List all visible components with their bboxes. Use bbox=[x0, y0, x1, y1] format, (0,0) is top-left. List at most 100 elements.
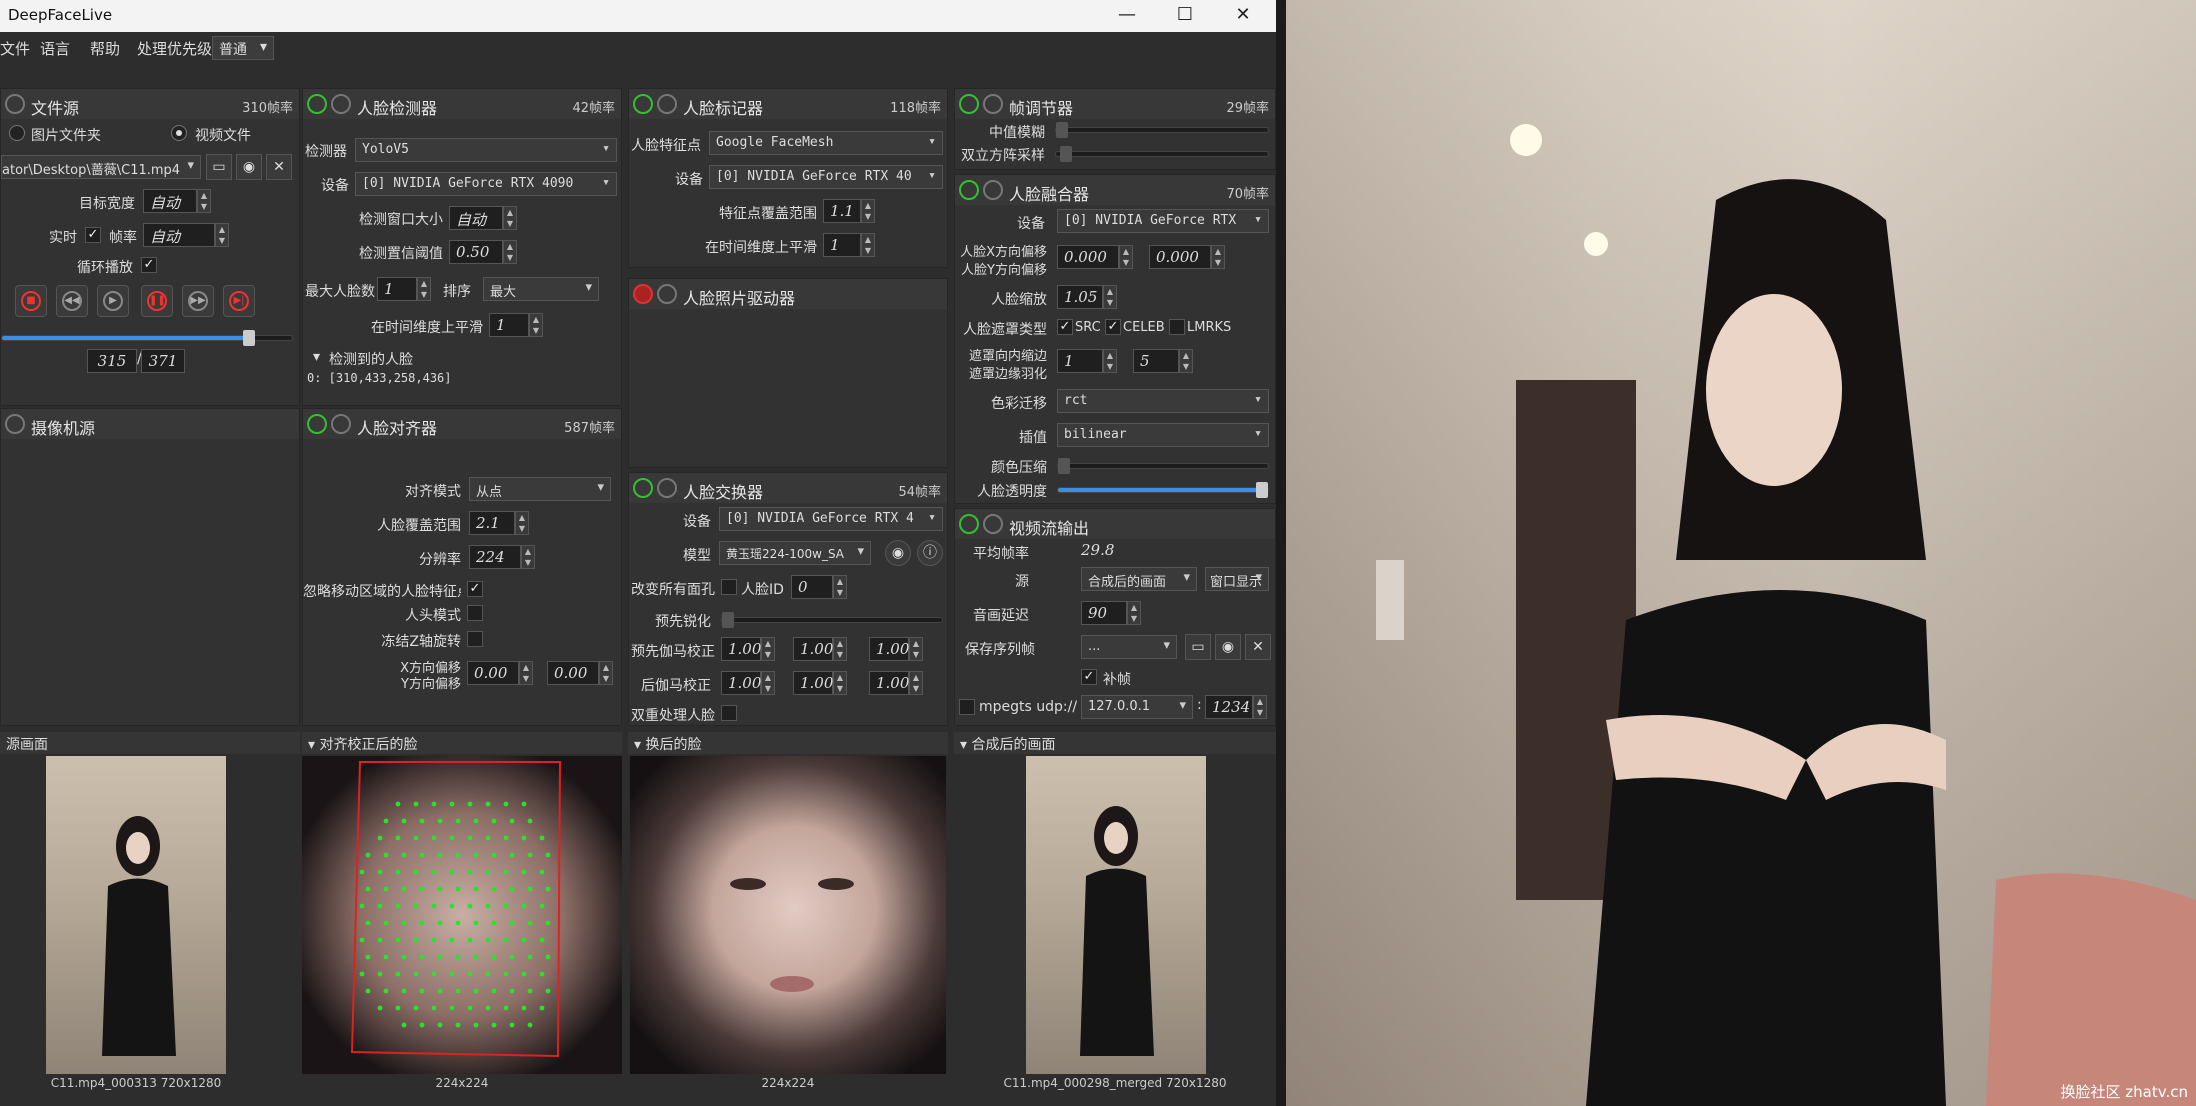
power-icon[interactable] bbox=[307, 414, 327, 434]
sort-select[interactable]: 最大 bbox=[483, 277, 599, 301]
clear-icon[interactable]: ✕ bbox=[266, 154, 292, 180]
refresh-icon[interactable] bbox=[657, 478, 677, 498]
refresh-icon[interactable] bbox=[331, 94, 351, 114]
pre-gamma-r[interactable]: 1.00 bbox=[721, 637, 761, 661]
head-mode-checkbox[interactable] bbox=[467, 605, 483, 621]
align-mode-select[interactable]: 从点 bbox=[469, 477, 611, 501]
rewind-button[interactable]: ◀◀ bbox=[56, 285, 88, 317]
mask-celeb-checkbox[interactable]: ✓ bbox=[1105, 319, 1121, 335]
post-gamma-g[interactable]: 1.00 bbox=[793, 671, 833, 695]
slider-knob[interactable] bbox=[1056, 122, 1068, 138]
exclude-moving-checkbox[interactable]: ✓ bbox=[467, 581, 483, 597]
slider-knob[interactable] bbox=[722, 612, 734, 628]
presharpen-slider[interactable] bbox=[721, 612, 943, 628]
pause-button[interactable]: ❚❚ bbox=[141, 285, 173, 317]
spin-arrows-icon[interactable]: ▲ ▼ bbox=[599, 661, 613, 685]
save-seq-path[interactable]: ... bbox=[1081, 635, 1177, 659]
clear-icon[interactable]: ✕ bbox=[1245, 634, 1271, 660]
color-compress-slider[interactable] bbox=[1057, 458, 1269, 474]
temporal-spin[interactable]: 1 bbox=[489, 313, 529, 337]
spin-arrows-icon[interactable]: ▲ ▼ bbox=[833, 637, 847, 661]
resolution-spin[interactable]: 224 bbox=[469, 545, 521, 569]
face-id-spin[interactable]: 0 bbox=[791, 575, 833, 599]
refresh-icon[interactable] bbox=[331, 414, 351, 434]
spin-arrows-icon[interactable]: ▲ ▼ bbox=[861, 199, 875, 223]
spin-arrows-icon[interactable]: ▲ ▼ bbox=[1103, 349, 1117, 373]
x-offset-spin[interactable]: 0.000 bbox=[1057, 245, 1119, 269]
image-folder-radio[interactable] bbox=[9, 125, 25, 141]
refresh-icon[interactable] bbox=[5, 414, 25, 434]
refresh-icon[interactable] bbox=[657, 94, 677, 114]
y-offset-spin[interactable]: 0.000 bbox=[1149, 245, 1211, 269]
aligned-preview-header[interactable]: ▾ 对齐校正后的脸 bbox=[302, 732, 622, 754]
range-spin[interactable]: 1.1 bbox=[823, 199, 861, 223]
mask-lmrks-checkbox[interactable] bbox=[1169, 319, 1185, 335]
frame-current[interactable]: 315 bbox=[87, 349, 137, 373]
marker-select[interactable]: Google FaceMesh bbox=[709, 131, 943, 155]
power-icon[interactable] bbox=[633, 284, 653, 304]
refresh-icon[interactable] bbox=[983, 514, 1003, 534]
opacity-slider[interactable] bbox=[1057, 482, 1269, 498]
frame-slider[interactable] bbox=[1, 330, 293, 346]
fps-spin[interactable]: 自动 bbox=[143, 223, 215, 247]
swapped-preview-header[interactable]: ▾ 换后的脸 bbox=[628, 732, 948, 754]
merged-preview-header[interactable]: ▾ 合成后的画面 bbox=[954, 732, 1276, 754]
folder-icon[interactable]: ▭ bbox=[1185, 634, 1211, 660]
frame-slider-knob[interactable] bbox=[242, 330, 255, 346]
file-path-input[interactable]: ator\Desktop\蔷薇\C11.mp4 bbox=[1, 155, 201, 179]
slider-knob[interactable] bbox=[1058, 458, 1070, 474]
spin-arrows-icon[interactable]: ▲ ▼ bbox=[515, 511, 529, 535]
opacity-slider-knob[interactable] bbox=[1256, 482, 1268, 498]
maximize-icon[interactable]: ☐ bbox=[1156, 0, 1214, 32]
spin-arrows-icon[interactable]: ▲ ▼ bbox=[1127, 601, 1141, 625]
loop-checkbox[interactable]: ✓ bbox=[141, 257, 157, 273]
power-icon[interactable] bbox=[633, 478, 653, 498]
window-size-spin[interactable]: 自动 bbox=[449, 206, 503, 230]
spin-arrows-icon[interactable]: ▲ ▼ bbox=[521, 545, 535, 569]
median-blur-slider[interactable] bbox=[1055, 122, 1269, 138]
end-button[interactable]: ▶| bbox=[223, 285, 255, 317]
mpegts-host[interactable]: 127.0.0.1 bbox=[1081, 695, 1193, 719]
spin-arrows-icon[interactable]: ▲ ▼ bbox=[503, 240, 517, 264]
detected-faces-label[interactable]: 检测到的人脸 bbox=[329, 349, 413, 369]
minimize-icon[interactable]: — bbox=[1098, 0, 1156, 32]
spin-arrows-icon[interactable]: ▲ ▼ bbox=[1103, 285, 1117, 309]
x-offset-spin[interactable]: 0.00 bbox=[467, 661, 519, 685]
info-icon[interactable]: ⓘ bbox=[917, 540, 943, 566]
temporal-spin[interactable]: 1 bbox=[823, 233, 861, 257]
model-select[interactable]: 黄玉瑶224-100w_SA bbox=[719, 541, 871, 565]
audio-delay-spin[interactable]: 90 bbox=[1081, 601, 1127, 625]
spin-arrows-icon[interactable]: ▲ ▼ bbox=[1253, 695, 1267, 719]
video-file-radio[interactable] bbox=[171, 125, 187, 141]
stop-button[interactable]: ■ bbox=[15, 285, 47, 317]
menu-file[interactable]: 文件 bbox=[0, 38, 30, 59]
menu-language[interactable]: 语言 bbox=[40, 38, 70, 59]
spin-arrows-icon[interactable]: ▲ ▼ bbox=[909, 671, 923, 695]
source-select[interactable]: 合成后的画面 bbox=[1081, 567, 1197, 591]
scale-spin[interactable]: 1.05 bbox=[1057, 285, 1103, 309]
realtime-checkbox[interactable]: ✓ bbox=[85, 227, 101, 243]
spin-arrows-icon[interactable]: ▲ ▼ bbox=[519, 661, 533, 685]
threshold-spin[interactable]: 0.50 bbox=[449, 240, 503, 264]
device-select[interactable]: [0] NVIDIA GeForce RTX 4 bbox=[719, 507, 943, 531]
spin-arrows-icon[interactable]: ▲ ▼ bbox=[833, 671, 847, 695]
blur-spin[interactable]: 5 bbox=[1133, 349, 1179, 373]
pre-gamma-g[interactable]: 1.00 bbox=[793, 637, 833, 661]
power-icon[interactable] bbox=[633, 94, 653, 114]
refresh-icon[interactable] bbox=[983, 94, 1003, 114]
two-pass-checkbox[interactable] bbox=[721, 705, 737, 721]
spin-arrows-icon[interactable]: ▲ ▼ bbox=[417, 277, 431, 301]
post-gamma-r[interactable]: 1.00 bbox=[721, 671, 761, 695]
mpegts-port[interactable]: 1234 bbox=[1205, 695, 1253, 719]
power-icon[interactable] bbox=[307, 94, 327, 114]
y-offset-spin[interactable]: 0.00 bbox=[547, 661, 599, 685]
spin-arrows-icon[interactable]: ▲ ▼ bbox=[761, 671, 775, 695]
forward-button[interactable]: ▶▶ bbox=[182, 285, 214, 317]
device-select[interactable]: [0] NVIDIA GeForce RTX bbox=[1057, 209, 1269, 233]
erode-spin[interactable]: 1 bbox=[1057, 349, 1103, 373]
bilateral-slider[interactable] bbox=[1055, 146, 1269, 162]
play-button[interactable]: ▶ bbox=[97, 285, 129, 317]
window-display-button[interactable]: 窗口显示 bbox=[1205, 567, 1269, 591]
mpegts-checkbox[interactable] bbox=[959, 699, 975, 715]
spin-arrows-icon[interactable]: ▲ ▼ bbox=[861, 233, 875, 257]
